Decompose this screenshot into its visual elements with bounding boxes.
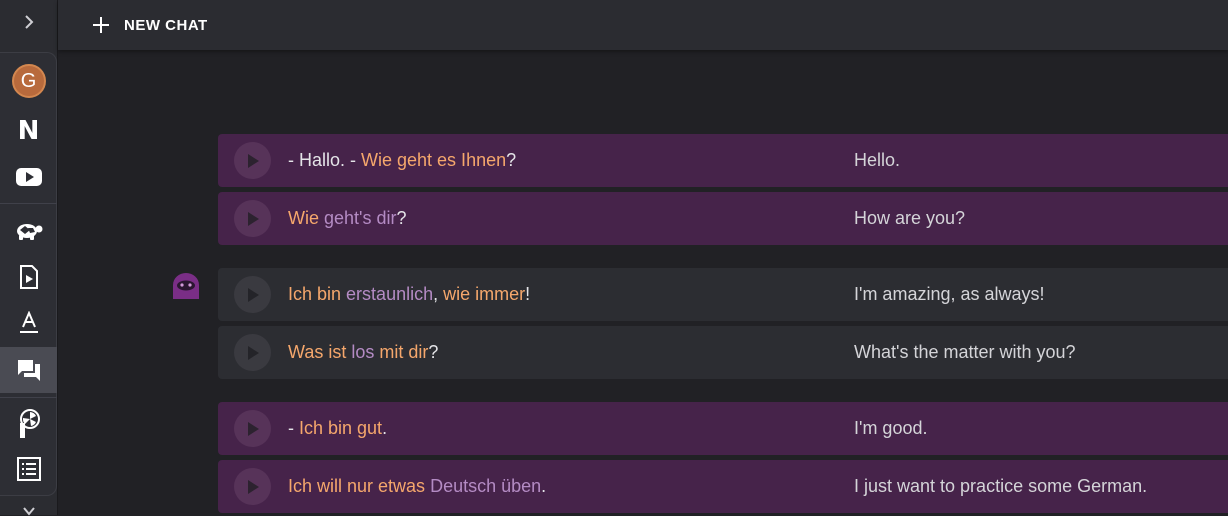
sidebar-item-turtle[interactable] xyxy=(0,208,57,254)
sidebar: G N xyxy=(0,0,58,516)
sidebar-nav: G N xyxy=(0,52,57,496)
sidebar-item-text[interactable] xyxy=(0,300,57,346)
user-message: Wie geht's dir? How are you? xyxy=(218,192,1228,245)
source-text: Wie geht's dir? xyxy=(288,208,407,229)
play-icon xyxy=(247,287,259,302)
word[interactable]: mit dir xyxy=(374,342,428,362)
word[interactable]: Ich bin gut xyxy=(299,418,382,438)
play-audio-button[interactable] xyxy=(234,276,271,313)
play-icon xyxy=(247,345,259,360)
play-icon xyxy=(247,479,259,494)
top-bar: NEW CHAT xyxy=(58,0,1228,50)
play-icon xyxy=(247,153,259,168)
translation-text: I'm amazing, as always! xyxy=(854,284,1045,304)
punctuation: . xyxy=(541,476,547,496)
translation-text: What's the matter with you? xyxy=(854,342,1076,362)
video-file-icon xyxy=(19,265,38,289)
translation-text: How are you? xyxy=(854,208,966,228)
user-message: - Ich bin gut. I'm good. xyxy=(218,402,1228,455)
play-audio-button[interactable] xyxy=(234,334,271,371)
punctuation: - xyxy=(288,418,299,438)
sidebar-item-n[interactable]: N xyxy=(0,108,57,154)
source-text: Ich bin erstaunlich, wie immer! xyxy=(288,284,530,305)
list-icon xyxy=(16,457,41,481)
new-chat-button[interactable]: NEW CHAT xyxy=(92,16,208,34)
avatar: G xyxy=(11,64,46,98)
punctuation: ? xyxy=(396,208,407,228)
new-chat-label: NEW CHAT xyxy=(124,16,208,34)
word[interactable]: Ich bin xyxy=(288,284,341,304)
play-audio-button[interactable] xyxy=(234,200,271,237)
bot-avatar-icon xyxy=(173,273,199,299)
sidebar-item-youtube[interactable] xyxy=(0,154,57,200)
play-audio-button[interactable] xyxy=(234,142,271,179)
bot-message: Ich bin erstaunlich, wie immer! I'm amazi… xyxy=(218,268,1228,321)
youtube-icon xyxy=(15,168,42,186)
source-text: - Hallo. - Wie geht es Ihnen? xyxy=(288,150,516,171)
sidebar-divider xyxy=(0,397,57,398)
punctuation: . xyxy=(382,418,388,438)
word[interactable]: los xyxy=(346,342,374,362)
user-message: Ich will nur etwas Deutsch üben. I just w… xyxy=(218,460,1228,513)
word[interactable]: Wie xyxy=(288,208,319,228)
play-audio-button[interactable] xyxy=(234,468,271,505)
sidebar-item-list[interactable] xyxy=(0,446,57,492)
play-icon xyxy=(247,421,259,436)
source-text: Was ist los mit dir? xyxy=(288,342,438,363)
word[interactable]: Ich will nur etwas xyxy=(288,476,425,496)
sidebar-item-chat[interactable] xyxy=(0,347,57,393)
word[interactable]: geht's dir xyxy=(319,208,396,228)
sidebar-item-turbine[interactable] xyxy=(0,401,57,447)
plus-icon xyxy=(93,17,109,33)
chevron-right-icon xyxy=(25,15,34,29)
punctuation: ! xyxy=(525,284,531,304)
word[interactable]: Was ist xyxy=(288,342,346,362)
punctuation: ? xyxy=(506,150,517,170)
expand-sidebar-button[interactable] xyxy=(0,0,58,44)
play-icon xyxy=(247,211,259,226)
word[interactable]: Wie geht es Ihnen xyxy=(361,150,506,170)
word[interactable]: erstaunlich xyxy=(341,284,433,304)
source-text: - Ich bin gut. xyxy=(288,418,387,439)
user-message: - Hallo. - Wie geht es Ihnen? Hello. xyxy=(218,134,1228,187)
n-icon: N xyxy=(17,116,40,146)
source-text: Ich will nur etwas Deutsch üben. xyxy=(288,476,546,497)
punctuation: - Hallo. - xyxy=(288,150,362,170)
bot-message: Was ist los mit dir? What's the matter wi… xyxy=(218,326,1228,379)
turtle-icon xyxy=(16,224,42,240)
translation-text: Hello. xyxy=(854,150,901,170)
punctuation: , xyxy=(433,284,444,304)
punctuation: ? xyxy=(428,342,439,362)
word[interactable]: wie immer xyxy=(443,284,525,304)
play-audio-button[interactable] xyxy=(234,410,271,447)
sidebar-divider xyxy=(0,203,57,204)
word[interactable]: Deutsch üben xyxy=(425,476,541,496)
sidebar-item-profile[interactable]: G xyxy=(0,58,57,104)
translation-text: I just want to practice some German. xyxy=(854,476,1148,496)
turbine-icon xyxy=(19,409,40,438)
sidebar-item-video-file[interactable] xyxy=(0,254,57,300)
text-format-icon xyxy=(19,311,38,333)
translation-text: I'm good. xyxy=(854,418,928,438)
chat-icon xyxy=(17,360,40,381)
